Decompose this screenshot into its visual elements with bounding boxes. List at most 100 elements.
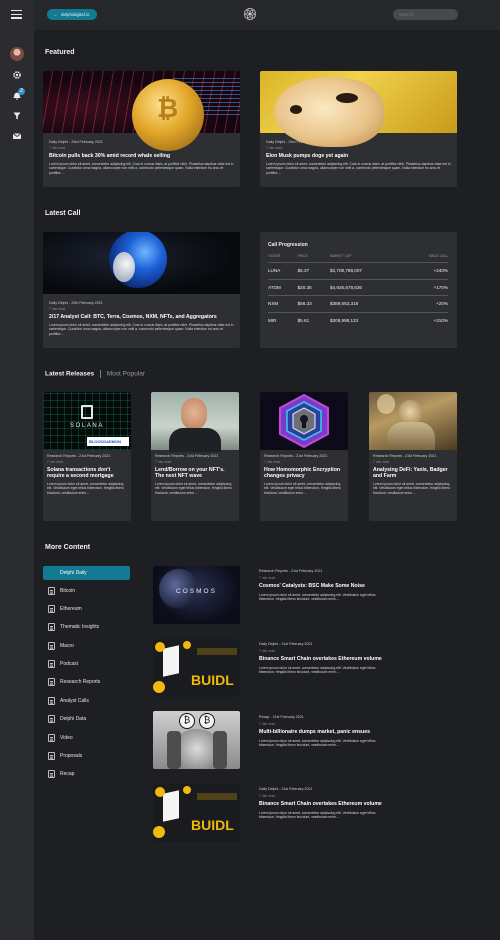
release-card[interactable]: SOLANA BLOCKDAEMON Research Reports - 21… [43, 392, 131, 521]
category-research-reports[interactable]: Research Reports [43, 675, 130, 689]
article-title[interactable]: Multi-billionaire dumps market, panic en… [259, 729, 384, 735]
table-row: MIR $5.61 $208,998,133 +310% [268, 311, 448, 329]
article-excerpt: Lorem ipsum dolor sit amet, consectetur … [259, 593, 376, 602]
category-label: Podcast [60, 661, 79, 667]
menu-icon[interactable] [11, 10, 22, 21]
article-item[interactable]: Research Reports - 21st February 2021 7 … [259, 569, 384, 602]
document-icon [48, 660, 55, 668]
article-meta: Daily Delphi - 21st February 2021 [259, 642, 313, 646]
article-title[interactable]: Analysing DeFi: Yaxis, Badger and Farm [373, 467, 453, 479]
latest-call-image [43, 232, 240, 294]
article-excerpt: Lorem ipsum dolor sit amet, consectetur … [266, 162, 451, 175]
category-podcast[interactable]: Podcast [43, 657, 130, 671]
ticker-cell: LUNA [268, 262, 298, 279]
category-video[interactable]: Video [43, 731, 130, 745]
category-analyst-calls[interactable]: Analyst Calls [43, 694, 130, 708]
document-icon [48, 715, 55, 723]
featured-card[interactable]: Daily Delphi - 23rd February 2021 7 min … [260, 71, 457, 187]
ticker-cell: ATOM [268, 278, 298, 296]
buidl-image[interactable]: BUIDL [153, 639, 240, 697]
top-header: ← delphidigital.io [34, 0, 500, 30]
solana-image: SOLANA BLOCKDAEMON [43, 392, 131, 450]
mail-icon[interactable] [12, 131, 22, 141]
category-delphi-daily[interactable]: Delphi Daily [43, 566, 130, 580]
solana-wordmark: SOLANA [70, 423, 104, 429]
article-item[interactable]: Daily Delphi - 21st February 2021 7 min … [259, 642, 384, 675]
back-button[interactable]: ← delphidigital.io [47, 9, 97, 20]
document-icon [48, 678, 55, 686]
market-cap-cell: $389,553,318 [330, 295, 404, 312]
avatar[interactable] [10, 47, 24, 61]
since-call-cell: +170% [403, 278, 448, 296]
read-time: 7 min read [264, 460, 281, 464]
category-label: Delphi Data [60, 716, 87, 722]
market-cap-cell: $208,998,133 [330, 311, 404, 329]
category-label: Proposals [60, 753, 83, 759]
featured-card[interactable]: ₿ Daily Delphi - 23rd February 2021 7 mi… [43, 71, 240, 187]
article-title[interactable]: Solana transactions don't require a seco… [47, 467, 127, 479]
read-time: 7 min read [49, 146, 66, 150]
article-title[interactable]: Cosmos' Catalysts: BSC Make Some Noise [259, 583, 384, 589]
category-label: Ethereum [60, 606, 82, 612]
filter-icon[interactable] [12, 111, 22, 121]
article-title[interactable]: Elon Musk pumps doge yet again [266, 153, 451, 159]
article-excerpt: Lorem ipsum dolor sit amet, consectetur … [49, 323, 234, 336]
category-macro[interactable]: Macro [43, 639, 130, 653]
search-input[interactable] [393, 9, 458, 20]
category-thematic-insights[interactable]: Thematic Insights [43, 620, 130, 634]
article-excerpt: Lorem ipsum dolor sit amet, consectetur … [155, 482, 232, 495]
left-rail: 2 [0, 0, 34, 940]
buidl-image[interactable]: BUIDL [153, 784, 240, 842]
article-title[interactable]: Binance Smart Chain overtakes Ethereum v… [259, 801, 384, 807]
blockdaemon-wordmark: BLOCKDAEMON [89, 438, 121, 444]
billionaire-image[interactable]: ₿ ₿ [153, 711, 240, 769]
category-bitcoin[interactable]: Bitcoin [43, 584, 130, 598]
article-title[interactable]: Binance Smart Chain overtakes Ethereum v… [259, 656, 384, 662]
gear-icon[interactable] [12, 70, 22, 80]
read-time: 7 min read [259, 576, 276, 580]
category-ethereum[interactable]: Ethereum [43, 602, 130, 616]
release-card[interactable]: Research Reports - 21st February 2021 7 … [151, 392, 239, 521]
document-icon [48, 605, 55, 613]
read-time: 7 min read [259, 722, 276, 726]
price-cell: $5.61 [297, 311, 331, 329]
latest-call-title: Latest Call [45, 210, 81, 217]
release-card[interactable]: Research Reports - 21st February 2021 7 … [260, 392, 348, 521]
document-icon [48, 697, 55, 705]
ticker-cell: NXM [268, 295, 298, 312]
release-card[interactable]: Research Reports - 21st February 2021 7 … [369, 392, 457, 521]
tab-latest-releases[interactable]: Latest Releases [45, 371, 94, 378]
category-label: Analyst Calls [60, 698, 89, 704]
article-title[interactable]: 2/17 Analyst Call: BTC, Terra, Cosmos, N… [49, 314, 234, 320]
portrait-image [151, 392, 239, 452]
more-content-title: More Content [45, 544, 91, 551]
latest-call-card[interactable]: Daily Delphi - 20th February 2021 7 min … [43, 232, 240, 348]
releases-tabs: Latest Releases Most Popular [45, 370, 145, 378]
category-recap[interactable]: Recap [43, 767, 130, 781]
article-title[interactable]: Bitcoin pulls back 30% amid record whale… [49, 153, 234, 159]
bitcoin-coin-icon: ₿ [132, 79, 204, 151]
category-proposals[interactable]: Proposals [43, 749, 130, 763]
article-meta: Research Reports - 21st February 2021 [155, 454, 219, 458]
document-icon [48, 734, 55, 742]
sphere-graphic [109, 232, 167, 288]
article-item[interactable]: Daily Delphi - 21st February 2021 7 min … [259, 787, 384, 820]
tab-most-popular[interactable]: Most Popular [107, 371, 145, 378]
category-delphi-data[interactable]: Delphi Data [43, 712, 130, 726]
cosmos-image[interactable]: COSMOS [153, 566, 240, 624]
article-title[interactable]: How Homomorphic Encryption changes priva… [264, 467, 344, 479]
delphi-logo-icon[interactable] [243, 7, 257, 21]
category-label: Recap [60, 771, 75, 777]
since-call-cell: +20% [403, 295, 448, 312]
price-cell: $58.33 [297, 295, 331, 312]
column-header: TICKER [268, 254, 281, 258]
article-meta: Research Reports - 21st February 2021 [259, 569, 323, 573]
article-title[interactable]: Lend/Borrow on your NFT's. The next NFT … [155, 467, 235, 479]
article-item[interactable]: Recap - 21st February 2021 7 min read Mu… [259, 715, 384, 748]
call-progression-panel: Call Progression TICKER PRICE MARKET CAP… [260, 232, 457, 348]
document-icon [48, 770, 55, 778]
read-time: 7 min read [155, 460, 172, 464]
article-meta: Research Reports - 21st February 2021 [47, 454, 111, 458]
article-excerpt: Lorem ipsum dolor sit amet, consectetur … [47, 482, 124, 495]
table-header-row: TICKER PRICE MARKET CAP SINCE CALL [268, 254, 448, 263]
